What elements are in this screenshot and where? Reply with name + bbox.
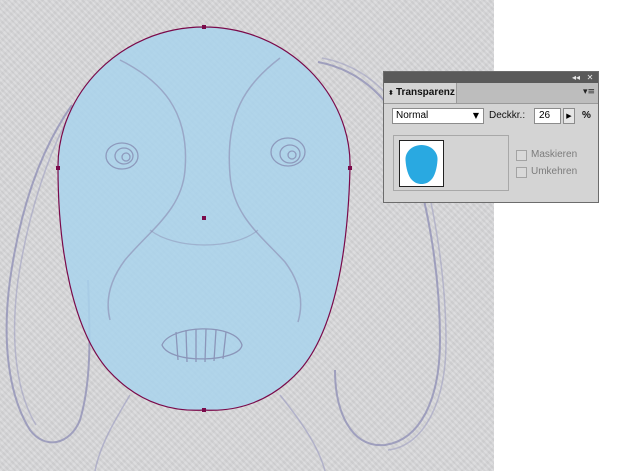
anchor-point-left[interactable] (56, 166, 60, 170)
invert-checkbox[interactable] (516, 167, 527, 178)
opacity-unit: % (582, 110, 591, 121)
opacity-label: Deckkr.: (489, 110, 526, 121)
tab-transparency-label: Transparenz (396, 87, 455, 98)
tab-expand-icon[interactable]: ⬍ (388, 83, 394, 103)
blend-mode-value: Normal (396, 110, 429, 121)
panel-tab-row: ⬍ Transparenz ▾≡ (384, 83, 598, 104)
center-point[interactable] (202, 216, 206, 220)
mask-label: Maskieren (531, 149, 578, 160)
object-thumbnail-area (393, 135, 509, 191)
thumbnail-shape (405, 145, 438, 184)
mask-checkbox[interactable] (516, 150, 527, 161)
panel-titlebar[interactable]: ◂◂ ✕ (384, 72, 598, 83)
tab-transparency[interactable]: ⬍ Transparenz (384, 83, 457, 103)
opacity-stepper-button[interactable]: ▶ (563, 108, 575, 124)
double-left-arrow-icon[interactable]: ◂◂ (570, 72, 582, 83)
panel-menu-icon[interactable]: ▾≡ (583, 87, 595, 98)
blend-mode-dropdown[interactable]: Normal ▼ (392, 108, 484, 124)
anchor-point-bottom[interactable] (202, 408, 206, 412)
anchor-point-right[interactable] (348, 166, 352, 170)
anchor-point-top[interactable] (202, 25, 206, 29)
invert-label: Umkehren (531, 166, 578, 177)
chevron-down-icon[interactable]: ▼ (469, 109, 483, 123)
close-icon[interactable]: ✕ (584, 72, 596, 83)
object-thumbnail[interactable] (399, 140, 444, 187)
opacity-input[interactable]: 26 (534, 108, 561, 124)
transparency-panel: ◂◂ ✕ ⬍ Transparenz ▾≡ Normal ▼ Deckkr.: … (383, 71, 599, 203)
